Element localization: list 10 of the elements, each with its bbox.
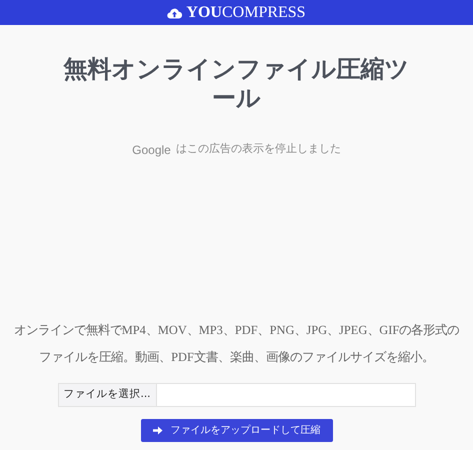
upload-button[interactable]: ファイルをアップロードして圧縮 (140, 419, 332, 442)
ad-brand: Google (132, 142, 171, 159)
choose-file-button[interactable]: ファイルを選択... (58, 384, 156, 406)
page-title: 無料オンラインファイル圧縮ツール (62, 55, 410, 113)
description: オンラインで無料でMP4、MOV、MP3、PDF、PNG、JPG、JPEG、GIFの各形式のファイルを圧縮。動画、PDF文書、楽曲、画像のファイルサイズを縮小。 (12, 322, 460, 366)
cloud-upload-icon (167, 6, 182, 18)
file-input[interactable]: ファイルを選択... (58, 383, 416, 407)
ad-notice: はこの広告の表示を停止しました (176, 141, 341, 157)
arrow-right-icon (152, 426, 162, 435)
logo[interactable]: YOUCOMPRESS (186, 0, 306, 24)
